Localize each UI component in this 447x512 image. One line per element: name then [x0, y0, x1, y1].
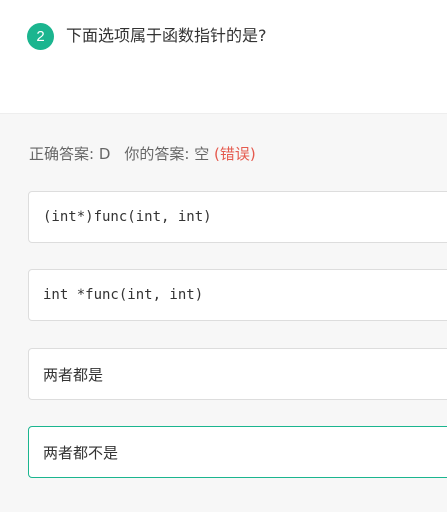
correct-answer-label: 正确答案: D	[29, 145, 111, 163]
option-b-text: int *func(int, int)	[43, 287, 204, 303]
your-answer-label: 你的答案: 空	[124, 145, 210, 163]
option-a[interactable]: (int*)func(int, int)	[28, 191, 447, 243]
answer-summary: 正确答案: D 你的答案: 空 (错误)	[29, 143, 256, 165]
option-d-correct[interactable]: 两者都不是	[28, 426, 447, 478]
option-b[interactable]: int *func(int, int)	[28, 269, 447, 321]
wrong-status: (错误)	[213, 145, 256, 163]
answer-panel: 正确答案: D 你的答案: 空 (错误) (int*)func(int, int)…	[0, 113, 447, 512]
option-c[interactable]: 两者都是	[28, 348, 447, 400]
question-number-badge: 2	[27, 23, 54, 50]
question-header: 2 下面选项属于函数指针的是?	[0, 0, 447, 113]
question-text: 下面选项属于函数指针的是?	[66, 26, 267, 45]
option-c-text: 两者都是	[43, 365, 104, 384]
option-a-text: (int*)func(int, int)	[43, 209, 212, 225]
option-d-text: 两者都不是	[43, 443, 119, 462]
